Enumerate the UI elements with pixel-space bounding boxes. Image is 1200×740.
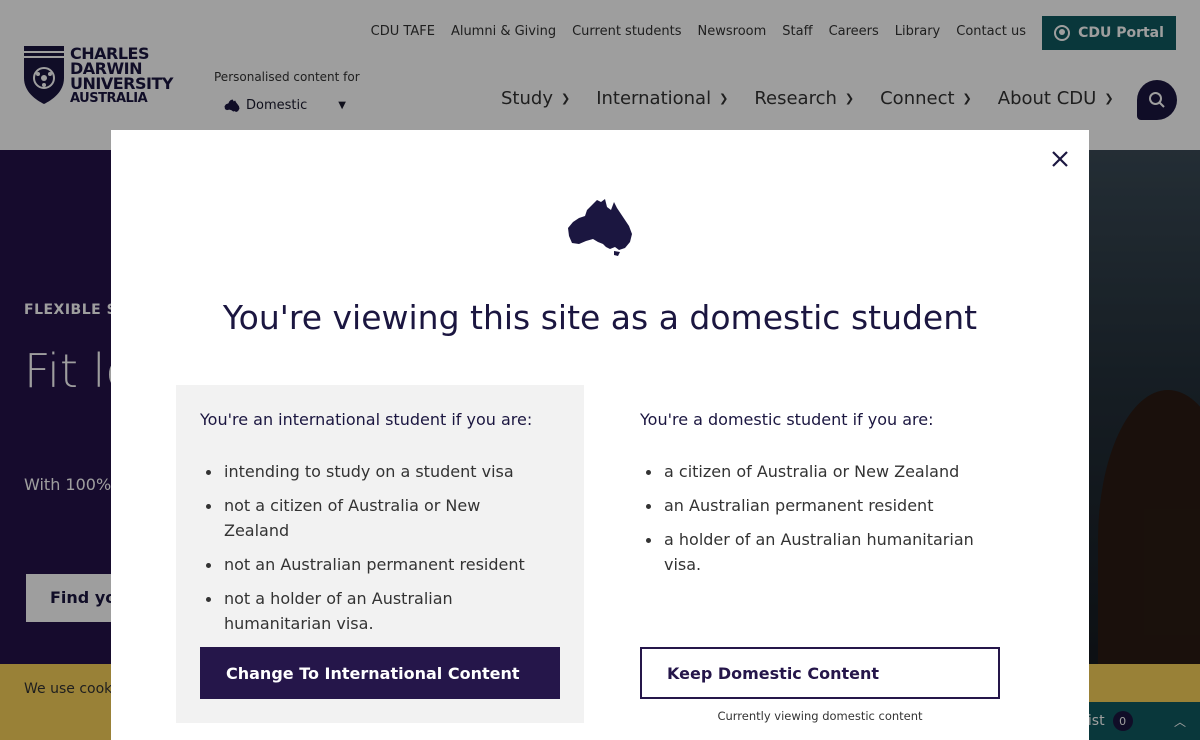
- modal-title: You're viewing this site as a domestic s…: [222, 298, 978, 337]
- australia-map-icon: [568, 199, 632, 256]
- list-item: an Australian permanent resident: [640, 493, 990, 518]
- change-to-international-button[interactable]: Change To International Content: [200, 647, 560, 699]
- international-criteria-list: intending to study on a student visa not…: [200, 459, 550, 645]
- list-item: a citizen of Australia or New Zealand: [640, 459, 990, 484]
- international-column: You're an international student if you a…: [176, 385, 584, 723]
- list-item: not a citizen of Australia or New Zealan…: [200, 493, 550, 543]
- student-type-modal: You're viewing this site as a domestic s…: [111, 130, 1089, 740]
- current-content-note: Currently viewing domestic content: [717, 709, 923, 723]
- domestic-heading: You're a domestic student if you are:: [640, 410, 934, 429]
- domestic-criteria-list: a citizen of Australia or New Zealand an…: [640, 459, 990, 586]
- list-item: not a holder of an Australian humanitari…: [200, 586, 550, 636]
- international-heading: You're an international student if you a…: [200, 410, 533, 429]
- close-icon[interactable]: [1049, 148, 1071, 170]
- list-item: not an Australian permanent resident: [200, 552, 550, 577]
- keep-domestic-button[interactable]: Keep Domestic Content: [640, 647, 1000, 699]
- domestic-column: You're a domestic student if you are: a …: [616, 385, 1024, 723]
- list-item: intending to study on a student visa: [200, 459, 550, 484]
- list-item: a holder of an Australian humanitarian v…: [640, 527, 990, 577]
